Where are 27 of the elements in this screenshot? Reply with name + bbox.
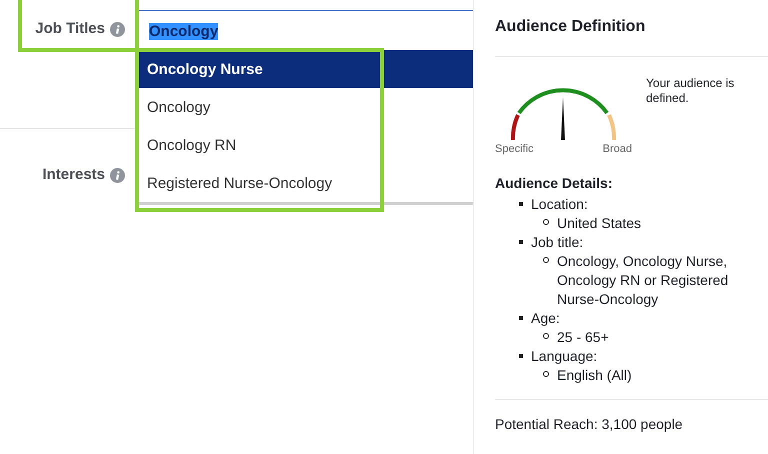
- bullet-icon: [519, 354, 523, 358]
- bullet-icon: [543, 219, 549, 225]
- bullet-icon: [543, 371, 549, 377]
- bullet-icon: [519, 202, 523, 206]
- bullet-icon: [519, 316, 523, 320]
- field-label: Interests: [42, 166, 105, 183]
- details-heading: Audience Details:: [495, 175, 614, 191]
- bullet-icon: [543, 257, 549, 263]
- gauge-label: Specific: [495, 143, 534, 155]
- detail-value: United States: [557, 214, 642, 233]
- bullet-icon: [519, 240, 523, 244]
- panel-title: Audience Definition: [495, 18, 646, 37]
- detail-label: Age:: [531, 309, 561, 328]
- info-icon[interactable]: [110, 168, 125, 183]
- field-label: Job Titles: [35, 20, 105, 37]
- audience-status: Your audience is defined.: [646, 75, 736, 107]
- info-icon[interactable]: [110, 22, 125, 37]
- suggestion-item[interactable]: Oncology Nurse: [137, 50, 473, 88]
- detail-value: English (All): [557, 366, 633, 385]
- potential-reach: Potential Reach: 3,100 people: [495, 415, 684, 432]
- gauge-label: Broad: [602, 143, 632, 155]
- detail-value: 25 - 65+: [557, 328, 610, 347]
- detail-value: Oncology, Oncology Nurse, Oncology RN or Registered Nurse-Oncology: [557, 252, 730, 309]
- detail-label: Location:: [531, 195, 589, 214]
- detail-label: Job title:: [531, 233, 584, 252]
- detail-label: Language:: [531, 347, 598, 366]
- bullet-icon: [543, 333, 549, 339]
